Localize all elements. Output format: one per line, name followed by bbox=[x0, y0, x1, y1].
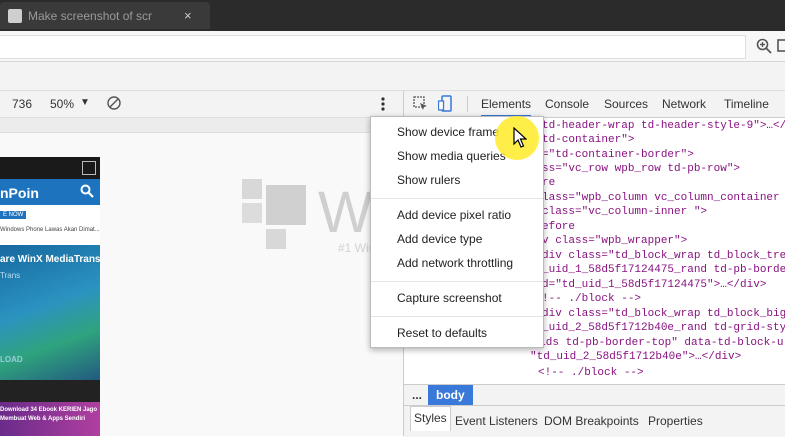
zoom-magnifier-icon[interactable] bbox=[756, 38, 772, 54]
site-topbar bbox=[0, 157, 100, 179]
dom-line[interactable]: _uid_1_58d5f17124475_rand td-pb-borde bbox=[542, 264, 785, 276]
tab-title: Make screenshot of scr bbox=[28, 8, 153, 23]
menu-show-device-frame[interactable]: Show device frame bbox=[397, 125, 499, 139]
dom-line[interactable]: td-container"> bbox=[542, 134, 634, 146]
cast-icon[interactable] bbox=[777, 38, 785, 54]
address-input[interactable] bbox=[0, 35, 746, 59]
winpoin-logo-icon bbox=[242, 179, 306, 249]
toolbar-divider bbox=[467, 96, 468, 112]
tab-network[interactable]: Network bbox=[662, 97, 706, 111]
ticker-badge: E NOW bbox=[0, 211, 27, 219]
bookmarks-strip bbox=[0, 62, 785, 91]
inspect-element-icon[interactable] bbox=[413, 96, 428, 111]
menu-add-device-pixel-ratio[interactable]: Add device pixel ratio bbox=[397, 208, 511, 222]
device-height-value[interactable]: 736 bbox=[12, 97, 32, 111]
subtab-styles[interactable]: Styles bbox=[410, 406, 451, 431]
site-header: nPoin bbox=[0, 179, 100, 205]
site-logo-text[interactable]: nPoin bbox=[0, 185, 39, 201]
dom-line[interactable]: class="vc_column-inner "> bbox=[542, 206, 707, 218]
emulated-page: nPoin E NOW Windows Phone Lawas Akan Dim… bbox=[0, 157, 100, 436]
dom-line[interactable]: td-header-wrap td-header-style-9">…</ bbox=[542, 120, 785, 132]
dom-line[interactable]: ss="vc_row wpb_row td-pb-row"> bbox=[542, 163, 740, 175]
promo-subtitle: Trans bbox=[0, 271, 21, 280]
breadcrumb-body[interactable]: body bbox=[428, 385, 473, 405]
dom-line[interactable]: "td_uid_2_58d5f1712b40e">…</div> bbox=[530, 351, 741, 363]
devtools-toolbar: Elements Console Sources Network Timelin… bbox=[404, 91, 785, 118]
dom-line[interactable]: efore bbox=[542, 221, 575, 233]
dom-line[interactable]: _uid_2_58d5f1712b40e_rand td-grid-sty bbox=[542, 322, 785, 334]
promo-download-button[interactable]: LOAD bbox=[0, 355, 23, 364]
tab-close-icon[interactable]: × bbox=[184, 8, 192, 23]
dom-line[interactable]: div class="td_block_wrap td_block_tre bbox=[542, 250, 785, 262]
subtab-properties[interactable]: Properties bbox=[648, 414, 703, 428]
toggle-device-toolbar-icon[interactable] bbox=[438, 95, 452, 112]
menu-divider bbox=[371, 316, 543, 317]
menu-capture-screenshot[interactable]: Capture screenshot bbox=[397, 291, 502, 305]
menu-add-device-type[interactable]: Add device type bbox=[397, 232, 482, 246]
menu-add-network-throttling[interactable]: Add network throttling bbox=[397, 256, 513, 270]
menu-divider bbox=[371, 198, 543, 199]
zoom-dropdown-caret-icon[interactable]: ▼ bbox=[80, 97, 90, 108]
dom-line[interactable]: d="td_uid_1_58d5f17124475">…</div> bbox=[542, 279, 766, 291]
device-ruler bbox=[0, 118, 403, 133]
tab-timeline[interactable]: Timeline bbox=[724, 97, 769, 111]
dom-line[interactable]: grids td-pb-border-top" data-td-block-u bbox=[526, 337, 783, 349]
emulated-viewport: nPoin E NOW Windows Phone Lawas Akan Dim… bbox=[0, 133, 534, 436]
tab-sources[interactable]: Sources bbox=[604, 97, 648, 111]
dom-line[interactable]: v class="wpb_wrapper"> bbox=[542, 235, 687, 247]
subtab-event-listeners[interactable]: Event Listeners bbox=[455, 414, 538, 428]
menu-show-media-queries[interactable]: Show media queries bbox=[397, 149, 506, 163]
site-search-icon[interactable] bbox=[80, 184, 94, 198]
page-favicon-icon bbox=[8, 8, 22, 23]
more-options-icon[interactable] bbox=[378, 96, 388, 112]
menu-divider bbox=[371, 281, 543, 282]
news-ticker: E NOW Windows Phone Lawas Akan Dimat... bbox=[0, 205, 100, 245]
browser-tab[interactable]: Make screenshot of scr × bbox=[0, 2, 210, 29]
site-menu-icon[interactable] bbox=[82, 161, 96, 175]
rotate-icon[interactable] bbox=[107, 96, 121, 110]
address-bar-row bbox=[0, 31, 785, 62]
breadcrumb-more[interactable]: ... bbox=[412, 388, 422, 402]
dom-line[interactable]: ="td-container-border"> bbox=[542, 149, 694, 161]
device-toolbar: 736 50% ▼ bbox=[0, 91, 403, 118]
menu-show-rulers[interactable]: Show rulers bbox=[397, 173, 460, 187]
dom-line[interactable]: !-- ./block --> bbox=[542, 293, 641, 305]
subtab-dom-breakpoints[interactable]: DOM Breakpoints bbox=[544, 414, 639, 428]
menu-reset-to-defaults[interactable]: Reset to defaults bbox=[397, 326, 487, 340]
breadcrumb: ... body bbox=[404, 384, 785, 405]
styles-subtabs: Styles Event Listeners DOM Breakpoints P… bbox=[404, 405, 785, 437]
browser-tab-strip: Make screenshot of scr × bbox=[0, 0, 785, 31]
promo-banner[interactable]: are WinX MediaTrans Trans LOAD bbox=[0, 245, 100, 380]
zoom-select-value[interactable]: 50% bbox=[50, 97, 74, 111]
promo-title: are WinX MediaTrans bbox=[0, 254, 100, 265]
ebook-banner[interactable]: Download 34 Ebook KERIEN Jago Membuat We… bbox=[0, 402, 100, 436]
ticker-headline[interactable]: Windows Phone Lawas Akan Dimat... bbox=[0, 227, 100, 233]
tab-elements[interactable]: Elements bbox=[481, 97, 532, 117]
ebook-banner-line-2: Membuat Web & Apps Sendiri bbox=[0, 416, 86, 422]
dom-line[interactable]: lass="wpb_column vc_column_container t bbox=[542, 192, 785, 204]
dom-line[interactable]: div class="td_block_wrap td_block_big bbox=[542, 308, 785, 320]
dom-line[interactable]: <!-- ./block --> bbox=[538, 367, 644, 379]
tab-console[interactable]: Console bbox=[545, 97, 589, 111]
ebook-banner-line-1: Download 34 Ebook KERIEN Jago bbox=[0, 407, 98, 413]
mouse-pointer-icon bbox=[513, 127, 527, 148]
